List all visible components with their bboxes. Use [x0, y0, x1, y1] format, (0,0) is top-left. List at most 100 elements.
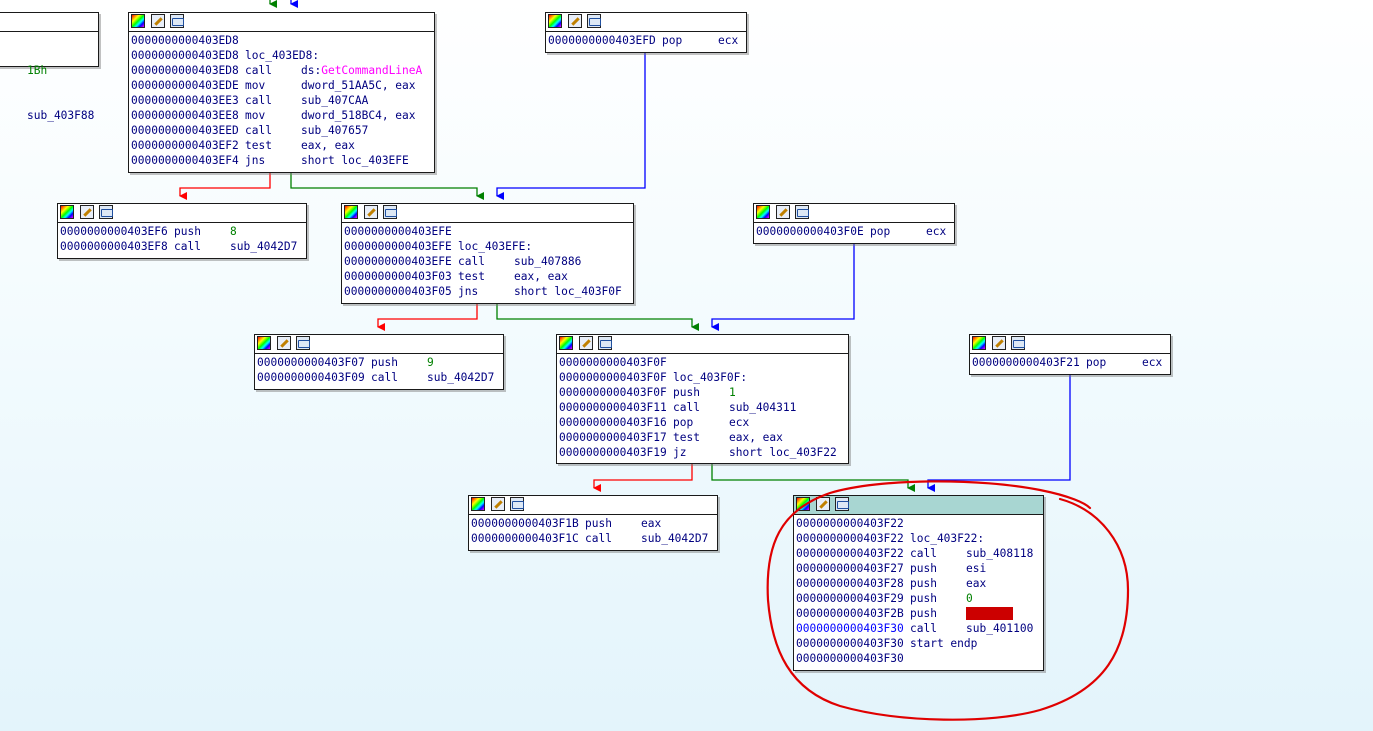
code-block-403F21[interactable]: 0000000000403F21 pop ecx [969, 334, 1171, 375]
instruction-line[interactable]: 0000000000403F09 call sub_4042D7 [257, 370, 501, 385]
instruction-line[interactable]: 0000000000403F30 [796, 651, 1041, 666]
instruction-line[interactable]: 0000000000403F11 call sub_404311 [559, 400, 846, 415]
instruction-line[interactable]: 0000000000403F1C call sub_4042D7 [471, 531, 715, 546]
instruction-line[interactable]: 0000000000403F30 call sub_401100 [796, 621, 1041, 636]
graph-icon[interactable] [587, 14, 601, 28]
graph-icon[interactable] [383, 205, 397, 219]
address: 0000000000403EF6 [60, 225, 168, 238]
instruction-line[interactable]: 0000000000403F29 push 0 [796, 591, 1041, 606]
color-icon[interactable] [559, 336, 573, 350]
instruction-line[interactable]: 0000000000403EFD pop ecx [548, 33, 744, 48]
block-header [546, 13, 746, 32]
edge-uncond [496, 53, 646, 200]
edit-icon[interactable] [816, 497, 830, 511]
code-block-403F0E[interactable]: 0000000000403F0E pop ecx [753, 203, 955, 244]
address: 0000000000403F0F [559, 356, 667, 369]
color-icon[interactable] [756, 205, 770, 219]
color-icon[interactable] [344, 205, 358, 219]
instruction-line[interactable]: 0000000000403F28 push eax [796, 576, 1041, 591]
instruction-line[interactable]: 0000000000403ED8 [131, 33, 432, 48]
code-block-partial[interactable]: 1Bh sub_403F88 [0, 12, 99, 122]
color-icon[interactable] [131, 14, 145, 28]
instruction-line[interactable]: 0000000000403EE3 call sub_407CAA [131, 93, 432, 108]
operand: 8 [230, 225, 237, 238]
instruction-line[interactable]: 0000000000403F22 loc_403F22: [796, 531, 1041, 546]
instruction-line[interactable]: 0000000000403EFE loc_403EFE: [344, 239, 631, 254]
instruction-line[interactable]: 0000000000403F03 test eax, eax [344, 269, 631, 284]
code-block-403EFE[interactable]: 0000000000403EFE 0000000000403EFE loc_403E… [341, 203, 634, 304]
instruction-line[interactable]: 0000000000403F0F push 1 [559, 385, 846, 400]
instruction-line[interactable]: 0000000000403EF8 call sub_4042D7 [60, 239, 304, 254]
code-block-403EF6[interactable]: 0000000000403EF6 push 8 0000000000403EF8 cal… [57, 203, 307, 259]
instruction-line[interactable]: 0000000000403F0F loc_403F0F: [559, 370, 846, 385]
address: 0000000000403EFE [344, 255, 452, 268]
edit-icon[interactable] [992, 336, 1006, 350]
instruction-line[interactable]: 0000000000403F17 test eax, eax [559, 430, 846, 445]
instruction-line[interactable]: 0000000000403F05 jns short loc_403F0F [344, 284, 631, 299]
edit-icon[interactable] [277, 336, 291, 350]
instruction-line[interactable]: 0000000000403EE8 mov dword_518BC4, eax [131, 108, 432, 123]
instruction-line[interactable]: 0000000000403EFE [344, 224, 631, 239]
block-header [469, 496, 717, 515]
edit-icon[interactable] [568, 14, 582, 28]
instruction-line[interactable]: 0000000000403F0E pop ecx [756, 224, 952, 239]
color-icon[interactable] [796, 497, 810, 511]
color-icon[interactable] [60, 205, 74, 219]
edge-false [179, 173, 271, 200]
mnemonic: push [371, 356, 398, 369]
graph-icon[interactable] [510, 497, 524, 511]
instruction-line[interactable]: 0000000000403F1B push eax [471, 516, 715, 531]
instruction-line[interactable]: 0000000000403F22 [796, 516, 1041, 531]
edit-icon[interactable] [364, 205, 378, 219]
operand: sub_4042D7 [641, 532, 709, 545]
instruction-line[interactable]: 0000000000403ED8 loc_403ED8: [131, 48, 432, 63]
instruction-line[interactable]: 0000000000403F19 jz short loc_403F22 [559, 445, 846, 460]
address: 0000000000403ED8 [131, 34, 239, 47]
code-block-403ED8[interactable]: 0000000000403ED8 0000000000403ED8 loc_403E… [128, 12, 435, 173]
code-block-403EFD[interactable]: 0000000000403EFD pop ecx [545, 12, 747, 53]
mnemonic: test [245, 139, 272, 152]
instruction-line[interactable]: 0000000000403EF2 test eax, eax [131, 138, 432, 153]
block-header [342, 204, 633, 223]
color-icon[interactable] [548, 14, 562, 28]
operand: sub_4042D7 [427, 371, 495, 384]
address: 0000000000403F1B [471, 517, 579, 530]
code-block-403F1B[interactable]: 0000000000403F1B push eax 0000000000403F1C c… [468, 495, 718, 551]
color-icon[interactable] [471, 497, 485, 511]
edge-true [290, 173, 484, 200]
edit-icon[interactable] [151, 14, 165, 28]
graph-icon[interactable] [795, 205, 809, 219]
instruction-line[interactable]: 0000000000403EED call sub_407657 [131, 123, 432, 138]
instruction-line[interactable]: 0000000000403F07 push 9 [257, 355, 501, 370]
instruction-line[interactable]: 0000000000403EF6 push 8 [60, 224, 304, 239]
mnemonic: push [673, 386, 700, 399]
graph-icon[interactable] [1011, 336, 1025, 350]
instruction-line[interactable]: 0000000000403EF4 jns short loc_403EFE [131, 153, 432, 168]
mnemonic: push [910, 607, 937, 620]
address: 0000000000403F09 [257, 371, 365, 384]
instruction-line[interactable]: 0000000000403F30 start endp [796, 636, 1041, 651]
instruction-line[interactable]: 0000000000403F22 call sub_408118 [796, 546, 1041, 561]
graph-icon[interactable] [598, 336, 612, 350]
instruction-line[interactable]: 0000000000403EFE call sub_407886 [344, 254, 631, 269]
code-block-403F0F[interactable]: 0000000000403F0F 0000000000403F0F loc_403F… [556, 334, 849, 464]
instruction-line[interactable]: 0000000000403ED8 call ds:GetCommandLineA [131, 63, 432, 78]
instruction-line[interactable]: 0000000000403F0F [559, 355, 846, 370]
instruction-line[interactable]: 0000000000403F2B push 400000h [796, 606, 1041, 621]
graph-icon[interactable] [835, 497, 849, 511]
graph-icon[interactable] [296, 336, 310, 350]
code-block-403F22[interactable]: 0000000000403F22 0000000000403F22 loc_403F… [793, 495, 1044, 671]
graph-icon[interactable] [170, 14, 184, 28]
code-block-403F07[interactable]: 0000000000403F07 push 9 0000000000403F09 cal… [254, 334, 504, 390]
instruction-line[interactable]: 0000000000403EDE mov dword_51AA5C, eax [131, 78, 432, 93]
graph-icon[interactable] [99, 205, 113, 219]
color-icon[interactable] [972, 336, 986, 350]
edit-icon[interactable] [491, 497, 505, 511]
color-icon[interactable] [257, 336, 271, 350]
instruction-line[interactable]: 0000000000403F16 pop ecx [559, 415, 846, 430]
edit-icon[interactable] [579, 336, 593, 350]
edit-icon[interactable] [776, 205, 790, 219]
instruction-line[interactable]: 0000000000403F21 pop ecx [972, 355, 1168, 370]
instruction-line[interactable]: 0000000000403F27 push esi [796, 561, 1041, 576]
edit-icon[interactable] [80, 205, 94, 219]
